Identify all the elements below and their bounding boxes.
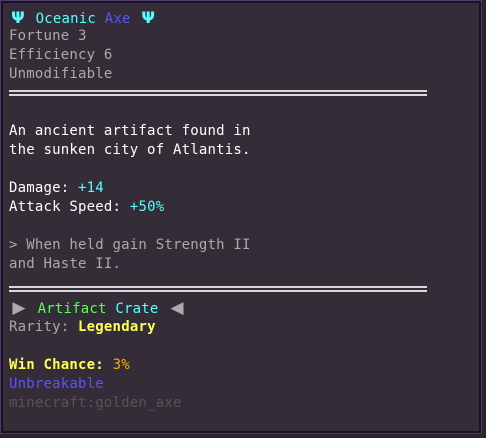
item-title: Ψ Oceanic Axe Ψ [9,8,473,27]
attack-speed-value: +50% [129,199,165,215]
divider [9,286,427,292]
damage-value: +14 [78,180,104,196]
damage-label: Damage: [9,180,70,196]
enchant-efficiency: Efficiency 6 [9,47,113,63]
ability-line-2: and Haste II. [9,256,122,272]
win-chance-value: 3% [112,357,130,373]
unmodifiable-flag: Unmodifiable [9,66,113,82]
enchant-fortune: Fortune 3 [9,28,87,44]
lore-line-2: the sunken city of Atlantis. [9,142,251,158]
crate-name: ▶ Artifact Crate ◀ [9,299,473,318]
unbreakable-flag: Unbreakable [9,376,104,392]
trident-icon: Ψ [141,8,156,27]
triangle-left-icon: ◀ [170,298,184,318]
divider [9,90,427,96]
lore-line-1: An ancient artifact found in [9,123,251,139]
title-word-1: Oceanic [35,11,97,27]
rarity-value: Legendary [78,319,156,335]
rarity-row: Rarity: Legendary [9,318,473,337]
item-tooltip: Ψ Oceanic Axe Ψ Fortune 3 Efficiency 6 U… [0,0,482,434]
win-chance-label: Win Chance: [9,357,104,373]
crate-word-1: Artifact [37,301,107,317]
ability-line-1: > When held gain Strength II [9,237,251,253]
triangle-right-icon: ▶ [12,298,26,318]
damage-stat: Damage: +14 [9,179,473,198]
title-word-2: Axe [104,11,131,27]
item-id: minecraft:golden_axe [9,395,182,411]
attack-speed-label: Attack Speed: [9,199,122,215]
trident-icon: Ψ [11,8,25,27]
crate-word-2: Crate [115,301,159,317]
win-chance-row: Win Chance: 3% [9,356,473,375]
rarity-label: Rarity: [9,319,70,335]
attack-speed-stat: Attack Speed: +50% [9,198,473,217]
